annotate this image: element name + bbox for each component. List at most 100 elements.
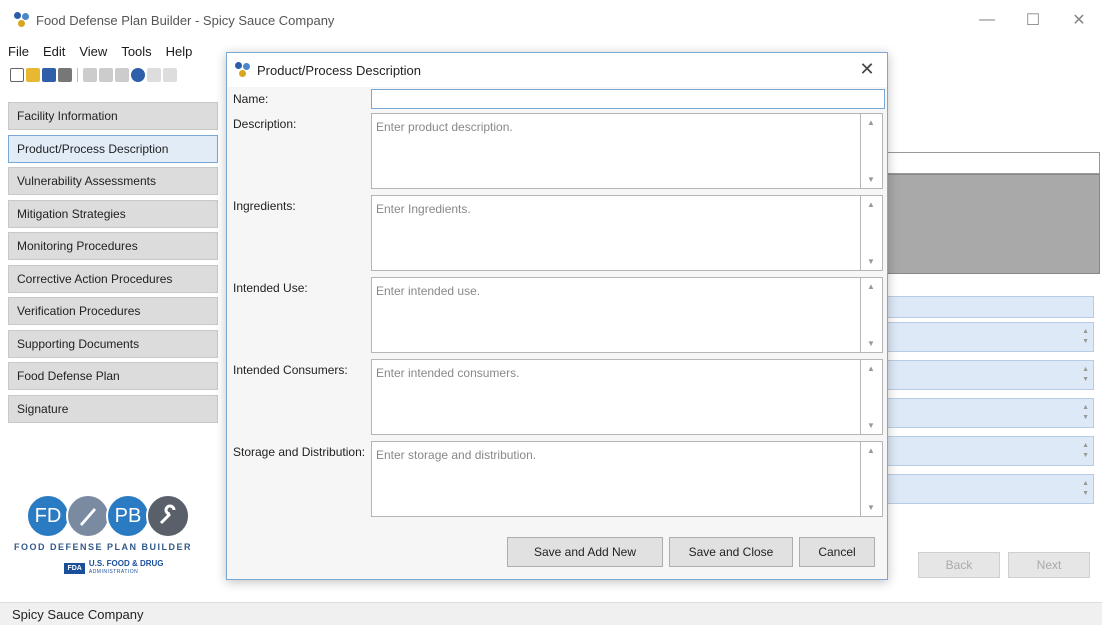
background-field [886,296,1094,318]
paste-icon[interactable] [115,68,129,82]
cut-icon[interactable] [83,68,97,82]
menu-help[interactable]: Help [166,42,193,62]
background-grid-area [886,174,1100,274]
storage-distribution-scrollbar[interactable]: ▲ ▼ [861,441,883,517]
description-textarea[interactable] [371,113,861,189]
scroll-up-icon[interactable]: ▲ [867,200,875,209]
storage-distribution-textarea[interactable] [371,441,861,517]
sidebar-item-facility-information[interactable]: Facility Information [8,102,218,130]
status-text: Spicy Sauce Company [12,606,144,622]
close-window-button[interactable]: ✕ [1056,0,1102,40]
name-label: Name: [233,92,269,106]
background-grid-header [886,152,1100,174]
save-and-add-new-button[interactable]: Save and Add New [507,537,663,567]
logo-pb-circle: PB [106,494,150,538]
sidebar-item-mitigation-strategies[interactable]: Mitigation Strategies [8,199,218,228]
sidebar-nav: Facility Information Product/Process Des… [8,102,218,427]
scroll-down-icon[interactable]: ▼ [867,503,875,512]
window-controls: — ☐ ✕ [964,0,1102,40]
name-input[interactable] [371,89,885,109]
background-field: ▲ ▼ [886,322,1094,352]
scroll-down-icon[interactable]: ▼ [867,339,875,348]
print-icon[interactable] [58,68,72,82]
minimize-button[interactable]: — [964,0,1010,40]
scroll-up-icon[interactable]: ▲ [867,282,875,291]
window-title: Food Defense Plan Builder - Spicy Sauce … [36,12,335,28]
sidebar-item-corrective-action-procedures[interactable]: Corrective Action Procedures [8,264,218,293]
sidebar-item-signature[interactable]: Signature [8,394,218,423]
fda-logo: FDA U.S. FOOD & DRUG ADMINISTRATION [14,560,214,576]
dialog-title: Product/Process Description [257,62,422,78]
sidebar-item-supporting-documents[interactable]: Supporting Documents [8,329,218,358]
product-process-dialog: Product/Process Description ✕ Name: Desc… [226,52,888,580]
scroll-arrows-icon: ▲ ▼ [1082,404,1089,421]
open-folder-icon[interactable] [26,68,40,82]
fda-name: U.S. FOOD & DRUG ADMINISTRATION [89,560,164,576]
intended-use-textarea[interactable] [371,277,861,353]
toolbar-separator [77,68,78,82]
intended-consumers-scrollbar[interactable]: ▲ ▼ [861,359,883,435]
storage-distribution-label: Storage and Distribution: [233,445,366,459]
status-bar: Spicy Sauce Company [0,602,1102,625]
menu-bar: File Edit View Tools Help [8,42,206,62]
ingredients-label: Ingredients: [233,199,296,213]
save-and-close-button[interactable]: Save and Close [669,537,793,567]
fdpb-logo: FD PB FOOD DEFENSE PLAN BUILDER FDA U.S.… [14,494,214,584]
scroll-down-icon[interactable]: ▼ [867,257,875,266]
scroll-up-icon[interactable]: ▲ [867,446,875,455]
new-icon[interactable] [10,68,24,82]
sidebar-item-verification-procedures[interactable]: Verification Procedures [8,297,218,325]
first-record-icon[interactable] [147,68,161,82]
fda-name-main: U.S. FOOD & DRUG [88,559,164,568]
intended-consumers-label: Intended Consumers: [233,363,348,377]
save-icon[interactable] [42,68,56,82]
logo-circles: FD PB [26,494,214,538]
dialog-app-icon [235,62,251,78]
background-field: ▲ ▼ [886,398,1094,428]
pen-icon [66,494,110,538]
menu-file[interactable]: File [8,42,29,62]
background-field: ▲ ▼ [886,474,1094,504]
background-field: ▲ ▼ [886,360,1094,390]
cancel-button[interactable]: Cancel [799,537,875,567]
window-titlebar: Food Defense Plan Builder - Spicy Sauce … [0,0,1102,40]
background-field: ▲ ▼ [886,436,1094,466]
sidebar-item-product-process-description[interactable]: Product/Process Description [8,134,218,163]
sidebar-item-food-defense-plan[interactable]: Food Defense Plan [8,362,218,390]
scroll-arrows-icon: ▲ ▼ [1082,366,1089,383]
ingredients-scrollbar[interactable]: ▲ ▼ [861,195,883,271]
intended-consumers-textarea[interactable] [371,359,861,435]
menu-tools[interactable]: Tools [121,42,151,62]
fda-badge: FDA [64,562,85,574]
ingredients-textarea[interactable] [371,195,861,271]
logo-fd-circle: FD [26,494,70,538]
toolbar [10,66,177,84]
scroll-down-icon[interactable]: ▼ [867,421,875,430]
scroll-up-icon[interactable]: ▲ [867,118,875,127]
scroll-arrows-icon: ▲ ▼ [1082,442,1089,459]
logo-text: FOOD DEFENSE PLAN BUILDER [14,542,193,552]
copy-icon[interactable] [99,68,113,82]
dialog-close-icon[interactable]: ✕ [857,59,877,80]
app-icon [14,12,30,28]
sidebar-item-vulnerability-assessments[interactable]: Vulnerability Assessments [8,167,218,195]
scroll-arrows-icon: ▲ ▼ [1082,328,1089,345]
back-button[interactable]: Back [918,552,1000,578]
menu-view[interactable]: View [79,42,107,62]
intended-use-label: Intended Use: [233,281,308,295]
scroll-up-icon[interactable]: ▲ [867,364,875,373]
description-scrollbar[interactable]: ▲ ▼ [861,113,883,189]
dialog-titlebar: Product/Process Description ✕ [227,53,887,87]
maximize-button[interactable]: ☐ [1010,0,1056,40]
wrench-icon [146,494,190,538]
fda-name-sub: ADMINISTRATION [88,569,139,575]
intended-use-scrollbar[interactable]: ▲ ▼ [861,277,883,353]
scroll-down-icon[interactable]: ▼ [867,175,875,184]
previous-record-icon[interactable] [163,68,177,82]
sidebar-item-monitoring-procedures[interactable]: Monitoring Procedures [8,232,218,260]
description-label: Description: [233,117,297,131]
next-button[interactable]: Next [1008,552,1090,578]
help-icon[interactable] [131,68,145,82]
scroll-arrows-icon: ▲ ▼ [1082,480,1089,497]
menu-edit[interactable]: Edit [43,42,65,62]
